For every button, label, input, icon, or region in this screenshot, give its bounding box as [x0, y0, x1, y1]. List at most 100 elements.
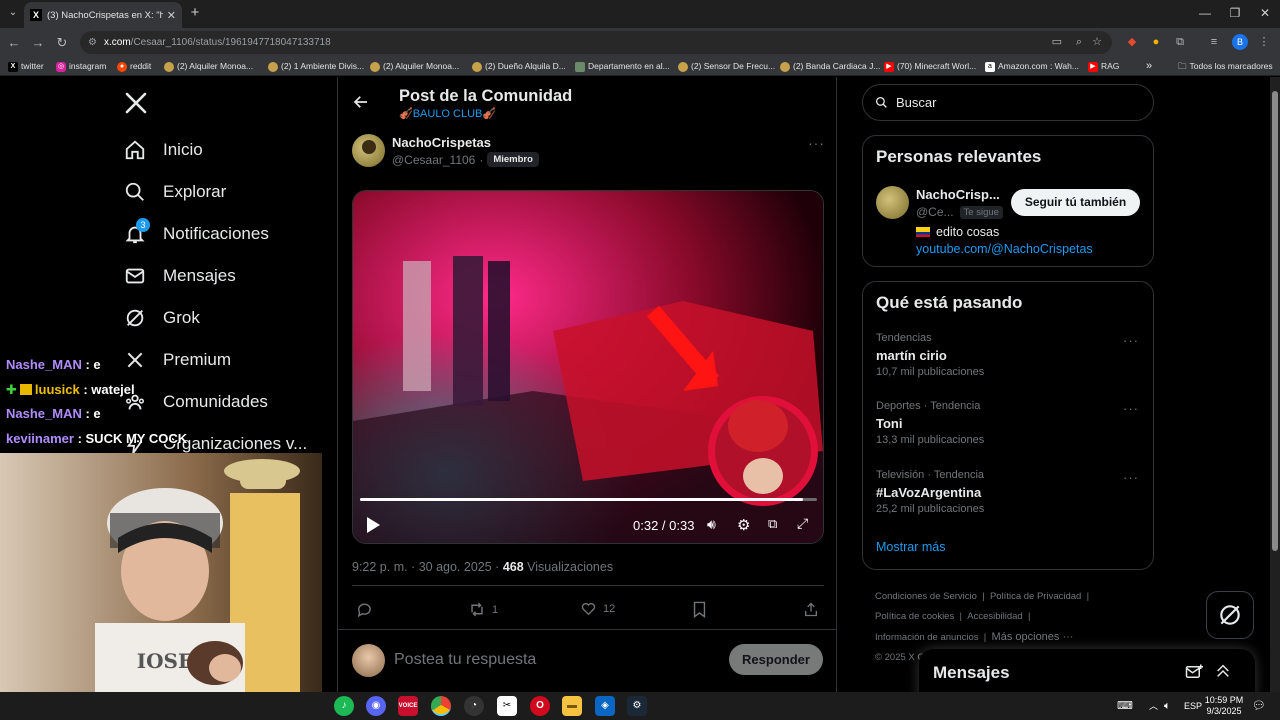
bookmark-star-icon[interactable]: ☆	[1092, 31, 1102, 54]
new-message-icon[interactable]	[1185, 663, 1203, 686]
play-icon[interactable]	[365, 516, 381, 534]
avatar[interactable]	[876, 186, 909, 219]
bookmark-item[interactable]: (2) Alquiler Monoa...	[370, 60, 459, 73]
person-name[interactable]: NachoCrisp...	[916, 187, 1000, 202]
trend-item[interactable]: Deportes · Tendencia Toni 13,3 mil publi…	[863, 398, 1153, 453]
discord-icon[interactable]: ◉	[366, 696, 386, 716]
sidebar-item-comunidades[interactable]: Comunidades	[124, 386, 268, 418]
video-progress-track[interactable]	[360, 498, 817, 501]
reply-icon[interactable]	[356, 601, 374, 619]
more-options-icon[interactable]: ···	[1123, 333, 1139, 348]
tos-link[interactable]: Condiciones de Servicio	[875, 591, 977, 602]
file-explorer-icon[interactable]: ▬	[562, 696, 582, 716]
sidebar-item-grok[interactable]: Grok	[124, 302, 200, 334]
search-bar[interactable]: Buscar	[862, 84, 1154, 121]
language-indicator[interactable]: ESP	[1184, 692, 1202, 720]
more-options-icon[interactable]: ···	[1123, 401, 1139, 416]
all-bookmarks-folder[interactable]: 🗀 Todos los marcadores	[1178, 60, 1273, 73]
follow-button[interactable]: Seguir tú también	[1011, 189, 1140, 216]
author-name[interactable]: NachoCrispetas	[392, 135, 491, 150]
x-logo-icon[interactable]	[124, 91, 150, 117]
trend-item[interactable]: Televisión · Tendencia #LaVozArgentina 2…	[863, 467, 1153, 522]
back-icon[interactable]: ←	[4, 33, 24, 53]
obs-icon[interactable]: ◔	[464, 696, 484, 716]
sidebar-item-explorar[interactable]: Explorar	[124, 176, 226, 208]
reload-icon[interactable]: ↻	[52, 33, 72, 53]
opera-icon[interactable]: O	[530, 696, 550, 716]
show-more-link[interactable]: Mostrar más	[876, 540, 945, 554]
volume-tray-icon[interactable]: 🔈︎	[1164, 692, 1171, 720]
spotify-icon[interactable]: ♪	[334, 696, 354, 716]
address-bar[interactable]: ⚙ x.com/Cesaar_1106/status/1961947718047…	[80, 31, 1112, 54]
clock[interactable]: 10:59 PM 9/3/2025	[1204, 692, 1244, 720]
messages-drawer[interactable]: Mensajes	[919, 649, 1255, 692]
author-handle[interactable]: @Cesaar_1106	[392, 153, 475, 167]
browser-tab-active[interactable]: X (3) NachoCrispetas en X: "https://... …	[24, 2, 182, 28]
expand-drawer-icon[interactable]	[1215, 663, 1231, 684]
bookmark-item[interactable]: Departamento en al...	[575, 60, 670, 73]
profile-avatar-icon[interactable]: B	[1232, 34, 1248, 50]
extensions-puzzle-icon[interactable]: ⧉	[1172, 34, 1188, 50]
new-tab-icon[interactable]: +	[186, 4, 204, 22]
bookmark-icon[interactable]	[692, 601, 707, 623]
volume-icon[interactable]: 🔊︎	[707, 516, 716, 533]
sidebar-item-notificaciones[interactable]: 3 Notificaciones	[124, 218, 269, 250]
bookmark-item[interactable]: ● reddit	[117, 60, 151, 73]
tab-search-icon[interactable]: ⌄	[4, 4, 22, 22]
more-options-link[interactable]: Más opciones ···	[992, 631, 1074, 643]
bookmark-item[interactable]: (2) Sensor De Frecu...	[678, 60, 775, 73]
zoom-icon[interactable]: ⌕	[1076, 31, 1082, 54]
bookmark-item[interactable]: Xtwitter	[8, 60, 44, 73]
notifications-tray-icon[interactable]: 💬︎	[1252, 692, 1266, 720]
post-timestamp[interactable]: 9:22 p. m. · 30 ago. 2025 ·	[352, 560, 499, 574]
more-options-icon[interactable]: ···	[808, 135, 825, 151]
my-avatar[interactable]	[352, 644, 385, 677]
sidebar-item-premium[interactable]: Premium	[124, 344, 231, 376]
forward-icon[interactable]: →	[28, 33, 48, 53]
more-bookmarks-icon[interactable]: »	[1146, 60, 1152, 73]
more-options-icon[interactable]: ···	[1123, 470, 1139, 485]
voicemod-icon[interactable]: VOICE	[398, 696, 418, 716]
bookmark-item[interactable]: (2) Dueño Alquila D...	[472, 60, 566, 73]
back-arrow-icon[interactable]	[352, 93, 372, 113]
bookmark-item[interactable]: ▶ RAG	[1088, 60, 1119, 73]
accessibility-link[interactable]: Accesibilidad	[967, 611, 1022, 622]
sidebar-item-mensajes[interactable]: Mensajes	[124, 260, 236, 292]
scrollbar-thumb[interactable]	[1272, 91, 1278, 551]
fullscreen-icon[interactable]: ⤢	[797, 515, 808, 532]
minimize-icon[interactable]: —	[1190, 4, 1220, 22]
extension-color-icon[interactable]: ●	[1148, 34, 1164, 50]
repost-button[interactable]: 1	[468, 601, 498, 618]
video-player[interactable]: 0:32 / 0:33 🔊︎ ⚙ ⧉ ⤢	[352, 190, 824, 544]
bookmark-item[interactable]: ◎ instagram	[56, 60, 106, 73]
capcut-icon[interactable]: ✂	[497, 696, 517, 716]
reading-list-icon[interactable]: ≡	[1206, 34, 1222, 50]
like-button[interactable]: 12	[580, 601, 615, 617]
community-name[interactable]: 🎻BAULO CLUB🎻	[399, 107, 496, 120]
avatar[interactable]	[352, 134, 385, 167]
bookmark-item[interactable]: (2) 1 Ambiente Divis...	[268, 60, 364, 73]
bookmark-item[interactable]: (2) Alquiler Monoa...	[164, 60, 253, 73]
bio-link[interactable]: youtube.com/@NachoCrispetas	[916, 242, 1093, 256]
privacy-link[interactable]: Política de Privacidad	[990, 591, 1081, 602]
restore-icon[interactable]: ❐	[1220, 4, 1250, 22]
page-scrollbar[interactable]	[1270, 77, 1280, 692]
bookmark-item[interactable]: (2) Banda Cardiaca J...	[780, 60, 880, 73]
grok-float-button[interactable]	[1206, 591, 1254, 639]
site-info-icon[interactable]: ⚙	[88, 31, 97, 54]
app-icon[interactable]: ◈	[595, 696, 615, 716]
keyboard-icon[interactable]: ⌨	[1117, 692, 1133, 720]
bookmark-item[interactable]: ▶ (70) Minecraft Worl...	[884, 60, 976, 73]
install-app-icon[interactable]: ▭	[1052, 31, 1062, 54]
tab-close-icon[interactable]: ✕	[167, 9, 176, 22]
trend-item[interactable]: Tendencias martín cirio 10,7 mil publica…	[863, 330, 1153, 385]
extension-fox-icon[interactable]: ◆	[1124, 34, 1140, 50]
cookies-link[interactable]: Política de cookies	[875, 611, 954, 622]
close-window-icon[interactable]: ✕	[1250, 4, 1280, 22]
chrome-menu-icon[interactable]: ⋮	[1256, 34, 1272, 50]
settings-gear-icon[interactable]: ⚙	[737, 516, 750, 534]
tray-chevron-icon[interactable]: ︿	[1149, 692, 1158, 720]
share-icon[interactable]	[803, 601, 819, 623]
picture-in-picture-icon[interactable]: ⧉	[768, 516, 777, 532]
steam-icon[interactable]: ⚙	[627, 696, 647, 716]
